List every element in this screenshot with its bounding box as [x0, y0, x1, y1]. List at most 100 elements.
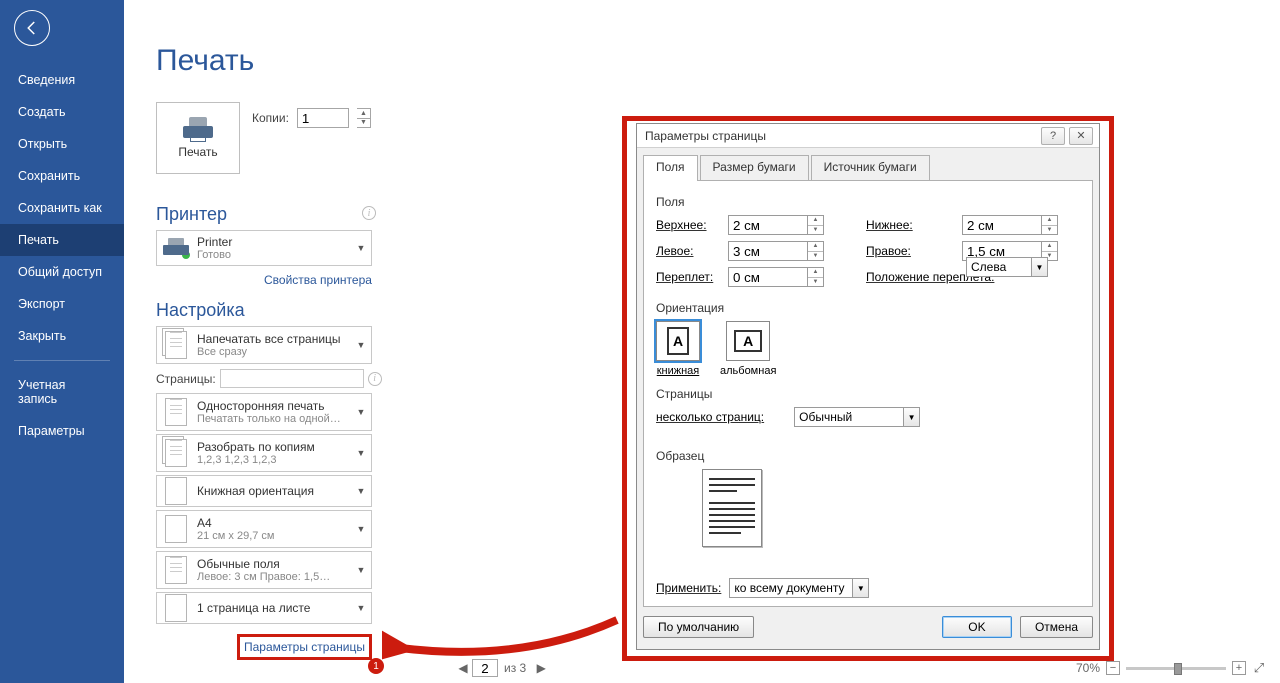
info-icon[interactable]: i	[368, 372, 382, 386]
left-input[interactable]	[728, 241, 808, 261]
spinner-up-icon[interactable]: ▲	[357, 109, 370, 119]
pages-label: Страницы:	[156, 372, 216, 386]
gutterpos-combo[interactable]: Слева ▼	[966, 257, 1048, 277]
zoom-in-button[interactable]: +	[1232, 661, 1246, 675]
page-number-input[interactable]	[472, 659, 498, 677]
chevron-down-icon: ▼	[351, 448, 371, 458]
landscape-icon: A	[734, 330, 762, 352]
zoom-thumb[interactable]	[1174, 663, 1182, 675]
tab-papersource[interactable]: Источник бумаги	[811, 155, 930, 181]
zoom-out-button[interactable]: −	[1106, 661, 1120, 675]
prev-page-button[interactable]: ◀	[454, 659, 472, 677]
zoom-control: 70% − + ⤢	[1076, 661, 1266, 675]
bottom-input[interactable]	[962, 215, 1042, 235]
print-button[interactable]: Печать	[156, 102, 240, 174]
spinner-down-icon[interactable]: ▼	[357, 119, 370, 128]
collate-icon	[165, 439, 187, 467]
scale-selector[interactable]: 1 страница на листе ▼	[156, 592, 372, 624]
top-spinner[interactable]: ▲▼	[808, 215, 824, 235]
zoom-label: 70%	[1076, 661, 1100, 675]
tab-margins[interactable]: Поля	[643, 155, 698, 181]
nav-print[interactable]: Печать	[0, 224, 124, 256]
nav-saveas[interactable]: Сохранить как	[0, 192, 124, 224]
collate-sub: 1,2,3 1,2,3 1,2,3	[197, 454, 345, 466]
collate-selector[interactable]: Разобрать по копиям 1,2,3 1,2,3 1,2,3 ▼	[156, 434, 372, 472]
nav-open[interactable]: Открыть	[0, 128, 124, 160]
papersize-selector[interactable]: A4 21 см x 29,7 см ▼	[156, 510, 372, 548]
page-setup-dialog-frame: Параметры страницы ? ✕ Поля Размер бумаг…	[622, 116, 1114, 661]
nav-close[interactable]: Закрыть	[0, 320, 124, 352]
right-label: Правое:	[866, 244, 962, 258]
scale-icon	[165, 594, 187, 622]
multipages-value: Обычный	[799, 410, 852, 424]
next-page-button[interactable]: ▶	[532, 659, 550, 677]
arrow-left-icon	[23, 19, 41, 37]
chevron-down-icon: ▼	[351, 407, 371, 417]
top-input[interactable]	[728, 215, 808, 235]
copies-control: Копии: ▲▼	[252, 108, 371, 128]
portrait-label: книжная	[657, 365, 700, 377]
applyto-label: Применить:	[656, 581, 721, 595]
dialog-help-button[interactable]: ?	[1041, 127, 1065, 145]
nav-info[interactable]: Сведения	[0, 64, 124, 96]
tab-papersize[interactable]: Размер бумаги	[700, 155, 809, 181]
gutter-input[interactable]	[728, 267, 808, 287]
back-button[interactable]	[14, 10, 50, 46]
page-setup-link[interactable]: Параметры страницы	[237, 634, 372, 660]
printer-icon	[183, 117, 213, 141]
duplex-title: Односторонняя печать	[197, 399, 345, 413]
printer-properties-link[interactable]: Свойства принтера	[264, 273, 372, 287]
bottom-label: Нижнее:	[866, 218, 962, 232]
duplex-selector[interactable]: Односторонняя печать Печатать только на …	[156, 393, 372, 431]
nav-account[interactable]: Учетная запись	[0, 369, 124, 415]
dialog-titlebar: Параметры страницы ? ✕	[637, 124, 1099, 148]
zoom-slider[interactable]	[1126, 667, 1226, 670]
nav-export[interactable]: Экспорт	[0, 288, 124, 320]
bottom-spinner[interactable]: ▲▼	[1042, 215, 1058, 235]
fields-group-label: Поля	[656, 195, 1080, 209]
chevron-down-icon: ▼	[351, 603, 371, 613]
pages-input[interactable]	[220, 369, 364, 388]
printer-selector[interactable]: Printer Готово ▼	[156, 230, 372, 266]
collate-title: Разобрать по копиям	[197, 440, 345, 454]
tab-body-margins: Поля Верхнее: ▲▼ Нижнее: ▲▼ Левое: ▲▼ Пр…	[643, 180, 1093, 607]
nav-share[interactable]: Общий доступ	[0, 256, 124, 288]
orientation-portrait[interactable]: A книжная	[656, 321, 700, 377]
multipages-label: несколько страниц:	[656, 410, 764, 424]
papersize-sub: 21 см x 29,7 см	[197, 530, 345, 542]
default-button[interactable]: По умолчанию	[643, 616, 754, 638]
left-spinner[interactable]: ▲▼	[808, 241, 824, 261]
dialog-close-button[interactable]: ✕	[1069, 127, 1093, 145]
info-icon[interactable]: i	[362, 206, 376, 220]
sample-group-label: Образец	[656, 449, 1080, 463]
copies-input[interactable]	[297, 108, 349, 128]
paper-icon	[165, 515, 187, 543]
dialog-title: Параметры страницы	[645, 129, 766, 143]
chevron-down-icon: ▼	[852, 579, 868, 597]
fit-page-button[interactable]: ⤢	[1252, 661, 1266, 675]
margins-sub: Левое: 3 см Правое: 1,5…	[197, 571, 345, 583]
chevron-down-icon: ▼	[351, 340, 371, 350]
scale-title: 1 страница на листе	[197, 601, 345, 615]
duplex-sub: Печатать только на одной…	[197, 413, 345, 425]
nav-new[interactable]: Создать	[0, 96, 124, 128]
chevron-down-icon: ▼	[351, 565, 371, 575]
multipages-combo[interactable]: Обычный ▼	[794, 407, 920, 427]
orientation-selector[interactable]: Книжная ориентация ▼	[156, 475, 372, 507]
cancel-button[interactable]: Отмена	[1020, 616, 1093, 638]
landscape-label: альбомная	[720, 365, 776, 377]
gutter-spinner[interactable]: ▲▼	[808, 267, 824, 287]
orientation-icon	[165, 477, 187, 505]
applyto-combo[interactable]: ко всему документу ▼	[729, 578, 869, 598]
ok-button[interactable]: OK	[942, 616, 1012, 638]
preview-footer: ◀ из 3 ▶ 70% − + ⤢	[454, 657, 1274, 679]
copies-spinner[interactable]: ▲▼	[357, 108, 371, 128]
nav-options[interactable]: Параметры	[0, 415, 124, 447]
margins-selector[interactable]: Обычные поля Левое: 3 см Правое: 1,5… ▼	[156, 551, 372, 589]
print-range-selector[interactable]: Напечатать все страницы Все сразу ▼	[156, 326, 372, 364]
chevron-down-icon: ▼	[903, 408, 919, 426]
left-label: Левое:	[656, 244, 728, 258]
copies-label: Копии:	[252, 111, 289, 125]
nav-save[interactable]: Сохранить	[0, 160, 124, 192]
orientation-landscape[interactable]: A альбомная	[720, 321, 776, 377]
